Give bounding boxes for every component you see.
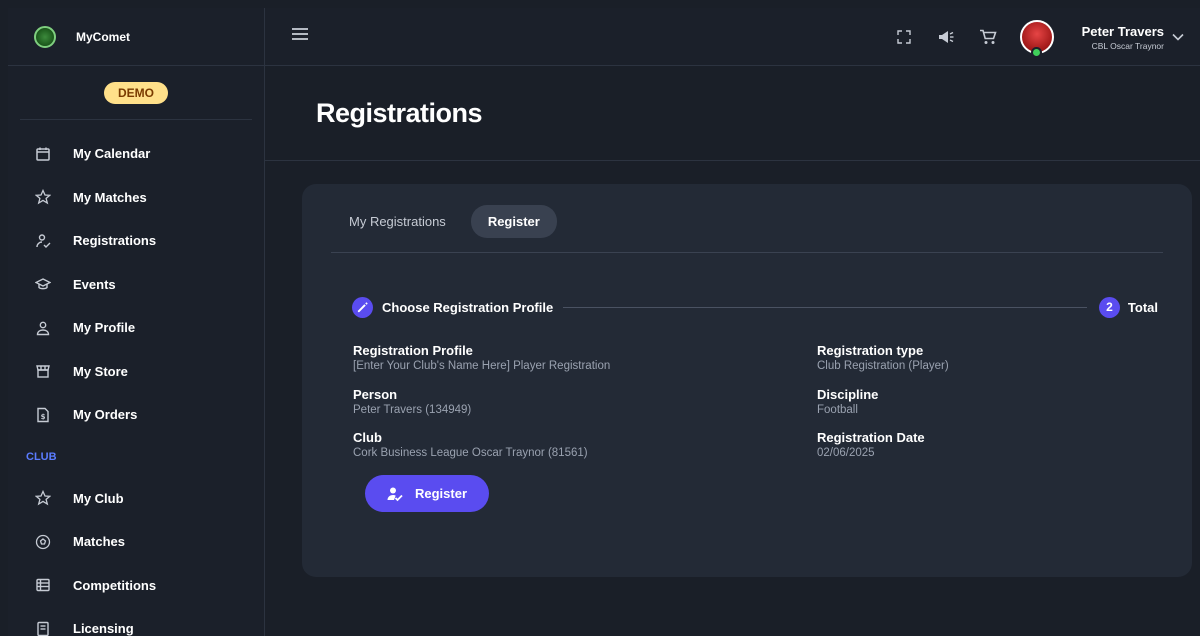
sidebar-item-my-calendar[interactable]: My Calendar bbox=[8, 132, 264, 176]
field-value: Club Registration (Player) bbox=[817, 360, 949, 372]
megaphone-icon[interactable] bbox=[936, 27, 956, 47]
person-icon bbox=[34, 319, 52, 337]
field-value: Cork Business League Oscar Traynor (8156… bbox=[353, 447, 588, 459]
sidebar-item-label: Licensing bbox=[73, 621, 134, 636]
sidebar-item-label: My Profile bbox=[73, 320, 136, 336]
graduation-cap-icon bbox=[34, 275, 52, 293]
field-registration-profile: Registration Profile [Enter Your Club's … bbox=[353, 343, 610, 387]
field-label: Registration Profile bbox=[353, 343, 473, 358]
user-name: Peter Travers bbox=[1081, 23, 1164, 39]
tab-register[interactable]: Register bbox=[470, 205, 557, 238]
sidebar-item-label: My Orders bbox=[73, 407, 138, 423]
field-value: [Enter Your Club's Name Here] Player Reg… bbox=[353, 360, 611, 372]
receipt-icon: $ bbox=[34, 406, 52, 424]
topbar: Peter Travers CBL Oscar Traynor bbox=[265, 8, 1200, 66]
document-icon bbox=[34, 620, 52, 636]
fullscreen-icon[interactable] bbox=[894, 27, 914, 47]
step-2-label[interactable]: Total bbox=[1128, 300, 1158, 315]
sidebar-item-label: My Store bbox=[73, 363, 128, 379]
page-header: Registrations bbox=[265, 66, 1200, 161]
field-value: Peter Travers (134949) bbox=[353, 403, 472, 416]
field-club: Club Cork Business League Oscar Traynor … bbox=[353, 430, 610, 474]
star-icon bbox=[34, 489, 52, 507]
store-icon bbox=[34, 362, 52, 380]
demo-badge: DEMO bbox=[104, 81, 168, 104]
pencil-icon[interactable] bbox=[352, 296, 373, 318]
register-button[interactable]: Register bbox=[365, 475, 489, 512]
registration-card: My Registrations Register Choose Registr… bbox=[302, 184, 1192, 577]
sidebar-item-my-club[interactable]: My Club bbox=[8, 477, 264, 521]
field-label: Discipline bbox=[817, 386, 879, 402]
brand[interactable]: MyComet bbox=[8, 8, 264, 66]
sidebar-item-competitions[interactable]: Competitions bbox=[8, 564, 264, 608]
person-check-icon bbox=[34, 232, 52, 250]
step-1-label[interactable]: Choose Registration Profile bbox=[382, 300, 553, 315]
register-button-label: Register bbox=[414, 486, 468, 501]
cart-icon[interactable] bbox=[978, 27, 998, 47]
field-value: Football bbox=[817, 403, 858, 416]
list-icon bbox=[34, 576, 52, 594]
chevron-down-icon[interactable] bbox=[1172, 28, 1184, 46]
star-icon bbox=[34, 188, 52, 206]
field-person: Person Peter Travers (134949) bbox=[353, 387, 610, 431]
sidebar-item-my-store[interactable]: My Store bbox=[8, 350, 264, 394]
online-status-dot bbox=[1030, 47, 1042, 58]
hamburger-menu-icon[interactable] bbox=[291, 27, 309, 46]
comet-logo-icon bbox=[34, 25, 56, 48]
sidebar: MyComet DEMO My Calendar My Matches Regi… bbox=[8, 8, 265, 636]
field-registration-type: Registration type Club Registration (Pla… bbox=[817, 343, 949, 387]
field-registration-date: Registration Date 02/06/2025 bbox=[817, 430, 949, 474]
field-value: 02/06/2025 bbox=[817, 447, 875, 459]
sidebar-item-licensing[interactable]: Licensing bbox=[8, 607, 264, 636]
field-discipline: Discipline Football bbox=[817, 387, 949, 431]
sidebar-item-registrations[interactable]: Registrations bbox=[8, 219, 264, 263]
sidebar-item-label: Matches bbox=[73, 534, 126, 550]
club-crest-avatar[interactable] bbox=[1019, 20, 1054, 58]
person-check-icon bbox=[387, 486, 403, 502]
sidebar-item-my-profile[interactable]: My Profile bbox=[8, 306, 264, 350]
user-menu[interactable]: Peter Travers CBL Oscar Traynor bbox=[1082, 24, 1164, 51]
sidebar-section-club: CLUB bbox=[26, 450, 57, 463]
sidebar-item-label: Competitions bbox=[73, 577, 157, 593]
field-label: Registration type bbox=[817, 343, 924, 358]
brand-name: MyComet bbox=[76, 29, 131, 44]
stepper-line bbox=[563, 306, 1087, 308]
tab-my-registrations[interactable]: My Registrations bbox=[336, 205, 459, 238]
divider bbox=[331, 252, 1163, 253]
sidebar-item-label: Events bbox=[73, 276, 116, 292]
field-label: Registration Date bbox=[817, 430, 925, 445]
sidebar-item-label: My Club bbox=[73, 490, 124, 506]
calendar-icon bbox=[34, 145, 52, 163]
user-club: CBL Oscar Traynor bbox=[1091, 40, 1164, 51]
stepper: Choose Registration Profile 2 Total bbox=[352, 296, 1158, 318]
field-label: Club bbox=[353, 430, 382, 445]
sidebar-item-label: Registrations bbox=[73, 233, 157, 249]
sidebar-item-label: My Matches bbox=[73, 189, 147, 205]
sidebar-item-label: My Calendar bbox=[73, 146, 151, 162]
field-label: Person bbox=[353, 386, 398, 402]
sidebar-item-my-matches[interactable]: My Matches bbox=[8, 176, 264, 220]
step-2-number[interactable]: 2 bbox=[1098, 296, 1120, 318]
soccer-ball-icon bbox=[34, 533, 52, 551]
sidebar-item-events[interactable]: Events bbox=[8, 263, 264, 307]
sidebar-item-matches[interactable]: Matches bbox=[8, 520, 264, 564]
page-title: Registrations bbox=[316, 98, 483, 128]
sidebar-item-my-orders[interactable]: $ My Orders bbox=[8, 393, 264, 437]
tabs: My Registrations Register bbox=[336, 205, 569, 238]
svg-text:$: $ bbox=[41, 413, 46, 421]
